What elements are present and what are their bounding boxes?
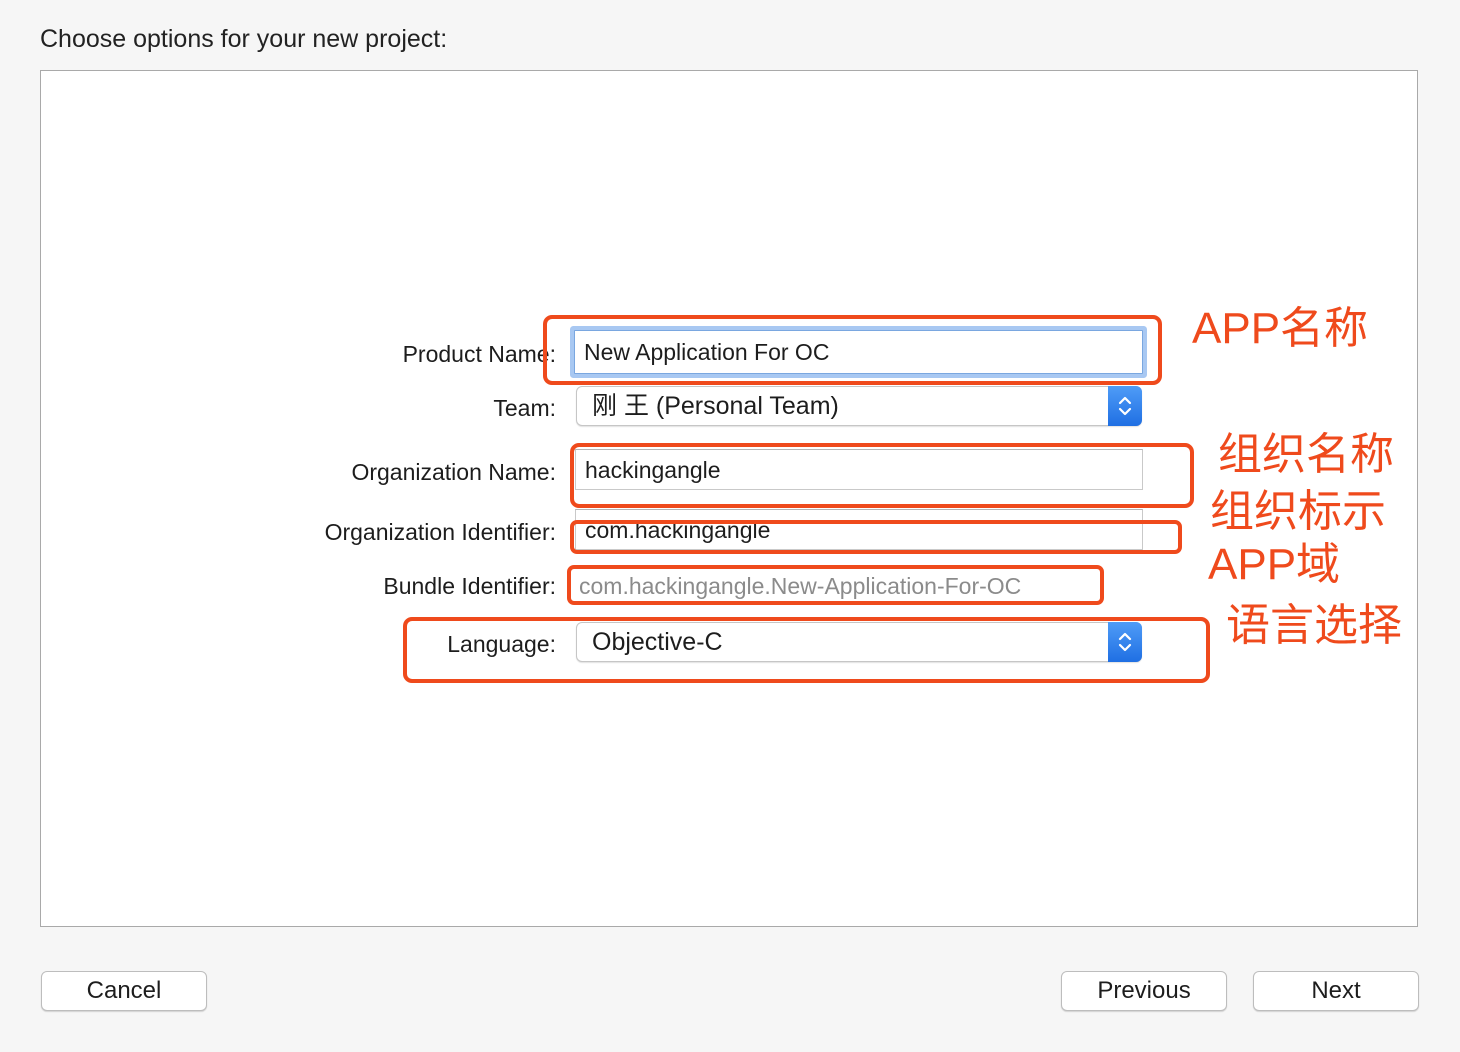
cancel-button[interactable]: Cancel xyxy=(41,971,207,1011)
annotation-box-product-name xyxy=(543,315,1162,385)
annotation-language-select: 语言选择 xyxy=(1226,601,1402,650)
bundle-identifier-label: Bundle Identifier: xyxy=(383,573,556,599)
annotation-box-organization-name xyxy=(570,443,1194,508)
annotation-app-domain: APP域 xyxy=(1208,540,1341,589)
team-popup[interactable]: 刚 王 (Personal Team) xyxy=(576,386,1142,426)
page-title: Choose options for your new project: xyxy=(40,25,448,53)
annotation-organization-identifier: 组织标示 xyxy=(1210,487,1386,536)
team-popup-value: 刚 王 (Personal Team) xyxy=(592,392,839,420)
annotation-box-bundle-identifier xyxy=(567,565,1104,605)
annotation-organization-name: 组织名称 xyxy=(1218,430,1394,479)
organization-name-label: Organization Name: xyxy=(351,459,556,485)
up-down-chevron-icon xyxy=(1108,386,1142,426)
next-button[interactable]: Next xyxy=(1253,971,1419,1011)
previous-button[interactable]: Previous xyxy=(1061,971,1227,1011)
team-label: Team: xyxy=(493,395,556,421)
annotation-box-organization-identifier xyxy=(570,520,1182,554)
annotation-app-name: APP名称 xyxy=(1192,304,1369,353)
product-name-label: Product Name: xyxy=(402,341,556,367)
organization-identifier-label: Organization Identifier: xyxy=(324,519,556,545)
annotation-box-language xyxy=(403,617,1210,683)
